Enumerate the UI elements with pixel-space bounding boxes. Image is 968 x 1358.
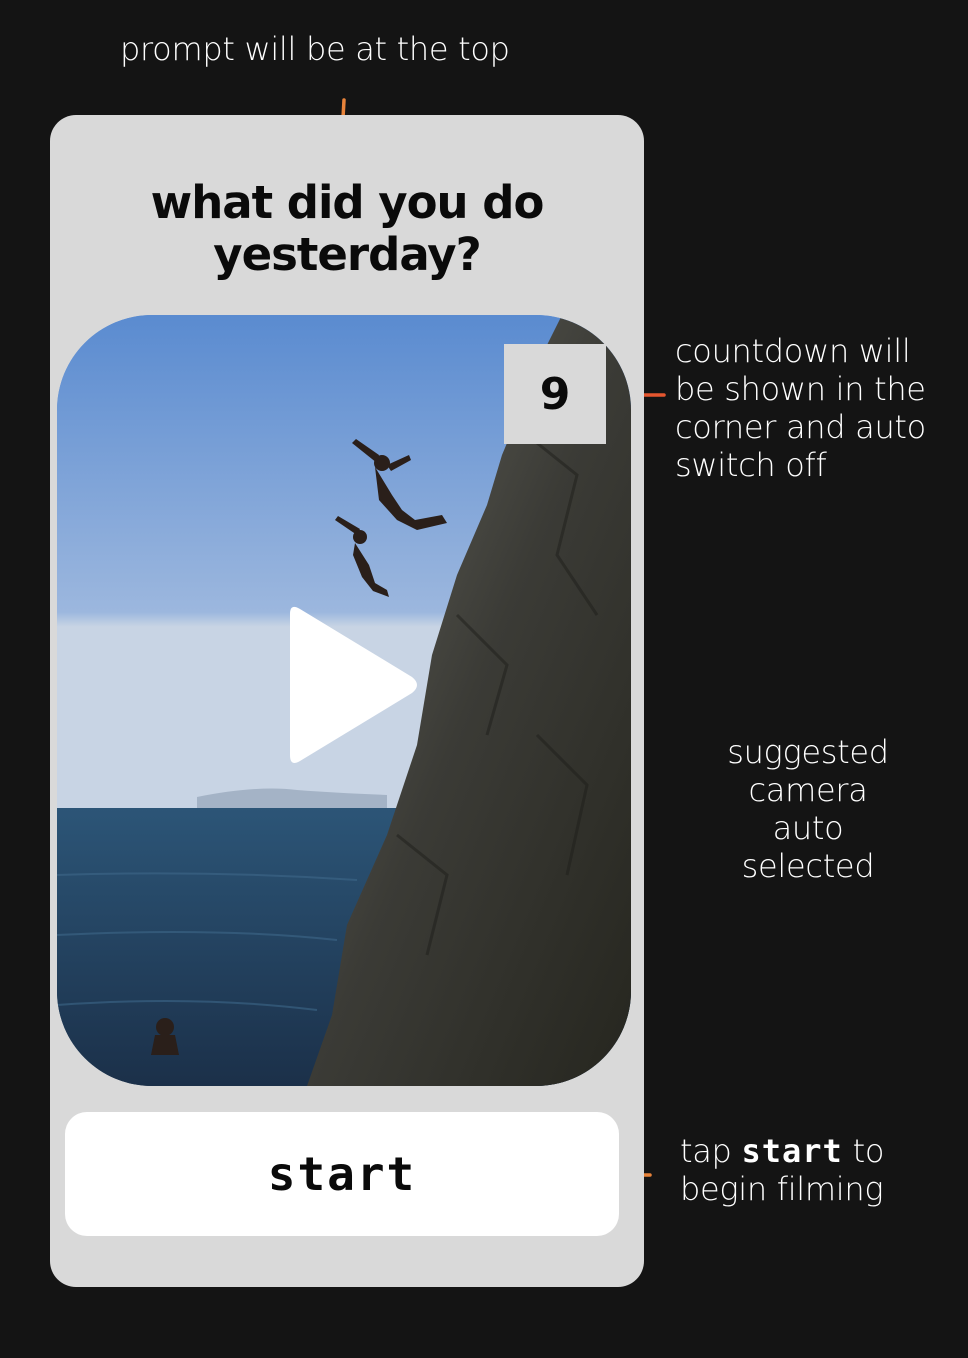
annotation-start-suffix: to [842,1132,885,1170]
annotation-start-prefix: tap [680,1132,742,1170]
annotation-countdown-line: be shown in the [675,370,926,408]
annotation-start-keyword: start [741,1132,843,1170]
prompt-line: yesterday? [213,228,482,281]
phone-screen: what did you do yesterday? start [50,115,644,1287]
annotation-start-line2: begin filming [680,1170,884,1208]
annotation-countdown-line: countdown will [675,332,911,370]
prompt-line: what did you do [150,176,545,229]
prompt-title: what did you do yesterday? [50,177,644,281]
countdown-timer: 9 [504,344,606,444]
annotation-camera: suggested camera auto selected [700,733,916,885]
annotation-camera-line: camera [748,771,868,809]
annotation-start-line1: tap start to [680,1132,960,1170]
annotation-camera-line: suggested [727,733,889,771]
annotation-countdown: countdown will be shown in the corner an… [675,332,965,484]
annotation-camera-line: selected [741,847,875,885]
start-button[interactable]: start [65,1112,619,1236]
annotation-countdown-line: switch off [675,446,827,484]
annotation-countdown-line: corner and auto [675,408,926,446]
annotation-start: tap start to begin filming [680,1132,960,1208]
annotation-camera-line: auto [772,809,844,847]
annotation-prompt-top: prompt will be at the top [120,30,510,68]
